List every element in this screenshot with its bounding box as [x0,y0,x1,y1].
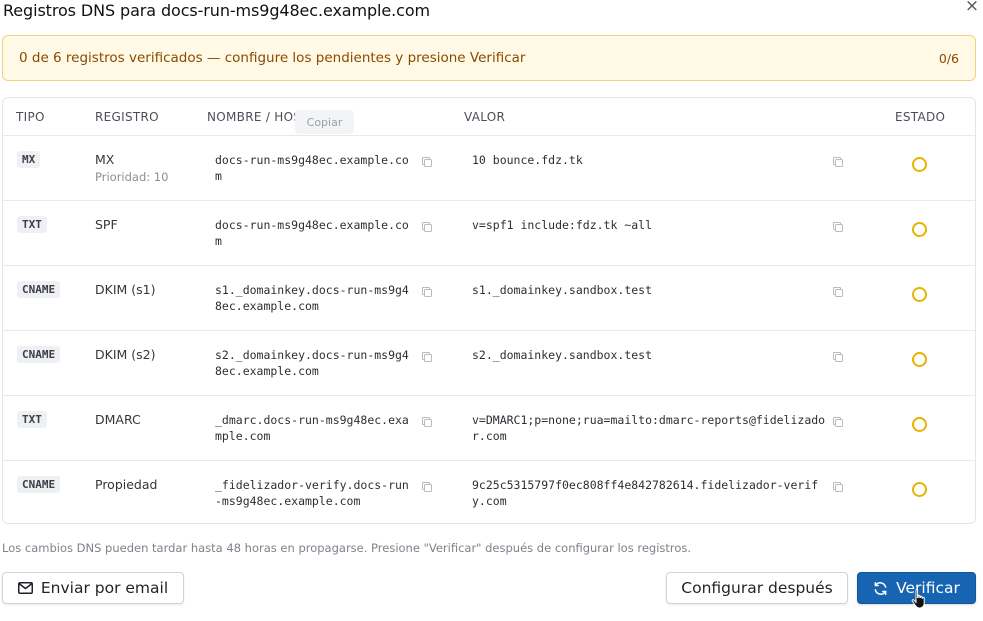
copy-icon[interactable] [421,153,433,167]
record-host: s1._domainkey.docs-run-ms9g48ec.example.… [215,283,409,313]
pending-status-icon [912,482,927,497]
record-name: SPF [95,217,118,232]
record-name: DMARC [95,412,141,427]
copy-icon[interactable] [832,218,844,232]
copy-icon[interactable] [832,153,844,167]
record-name: MX [95,152,115,167]
record-host: _dmarc.docs-run-ms9g48ec.example.com [215,413,409,443]
copy-icon[interactable] [832,478,844,492]
copy-icon[interactable] [832,283,844,297]
mail-icon [17,582,33,594]
header-status: ESTADO [895,110,946,124]
record-host: s2._domainkey.docs-run-ms9g48ec.example.… [215,348,409,378]
configure-later-label: Configurar después [681,579,833,597]
pending-status-icon [912,352,927,367]
record-type-badge: TXT [17,216,47,233]
verify-button[interactable]: Verificar [857,572,976,604]
refresh-icon [874,581,887,595]
copy-icon[interactable] [832,413,844,427]
send-email-button[interactable]: Enviar por email [2,572,184,604]
record-value: v=spf1 include:fdz.tk ~all [472,218,653,232]
copy-icon[interactable] [421,283,433,297]
close-icon[interactable]: × [963,0,981,15]
record-name: DKIM (s2) [95,347,156,362]
table-row: CNAME Propiedad _fidelizador-verify.docs-r… [3,460,975,523]
copy-icon[interactable] [421,478,433,492]
banner-count: 0/6 [938,50,959,66]
record-host: docs-run-ms9g48ec.example.com [215,218,409,248]
dialog-title: Registros DNS para docs-run-ms9g48ec.exa… [3,1,431,20]
header-value: VALOR [464,110,506,124]
table-row: TXT SPF docs-run-ms9g48ec.example.com v=spf… [3,200,975,265]
record-value: s2._domainkey.sandbox.test [472,348,653,362]
table-row: MX MX Prioridad: 10 docs-run-ms9g48ec.examp… [3,135,975,200]
dns-records-table: TIPO REGISTRO NOMBRE / HOST VALOR ESTADO… [2,97,976,524]
table-header: TIPO REGISTRO NOMBRE / HOST VALOR ESTADO… [3,98,975,135]
copy-icon[interactable] [832,348,844,362]
banner-message: 0 de 6 registros verificados — configure… [19,50,526,66]
record-type-badge: CNAME [17,476,61,493]
copy-tooltip: Copiar [295,110,354,134]
configure-later-button[interactable]: Configurar después [666,572,848,604]
record-value: 9c25c5315797f0ec808ff4e842782614.fideliz… [472,478,819,508]
pending-status-icon [912,287,927,302]
verification-banner: 0 de 6 registros verificados — configure… [2,35,976,81]
record-type-badge: TXT [17,411,47,428]
header-host: NOMBRE / HOST [207,110,309,124]
header-record: REGISTRO [95,110,159,124]
table-row: CNAME DKIM (s2) s2._domainkey.docs-run-ms9… [3,330,975,395]
pending-status-icon [912,222,927,237]
copy-icon[interactable] [421,218,433,232]
record-type-badge: MX [17,151,41,168]
send-email-label: Enviar por email [40,579,169,597]
record-priority: Prioridad: 10 [95,170,169,184]
copy-icon[interactable] [421,348,433,362]
verify-label: Verificar [896,579,960,597]
copy-icon[interactable] [421,413,433,427]
record-value: v=DMARC1;p=none;rua=mailto:dmarc-reports… [472,413,826,443]
record-name: Propiedad [95,477,158,492]
table-row: TXT DMARC _dmarc.docs-run-ms9g48ec.example… [3,395,975,460]
pending-status-icon [912,417,927,432]
record-host: _fidelizador-verify.docs-run-ms9g48ec.ex… [215,478,409,508]
record-host: docs-run-ms9g48ec.example.com [215,153,409,183]
pending-status-icon [912,157,927,172]
table-row: CNAME DKIM (s1) s1._domainkey.docs-run-ms9… [3,265,975,330]
propagation-note: Los cambios DNS pueden tardar hasta 48 h… [2,541,692,555]
record-type-badge: CNAME [17,346,61,363]
record-type-badge: CNAME [17,281,61,298]
header-type: TIPO [16,110,45,124]
record-value: s1._domainkey.sandbox.test [472,283,653,297]
record-name: DKIM (s1) [95,282,156,297]
record-value: 10 bounce.fdz.tk [472,153,583,167]
